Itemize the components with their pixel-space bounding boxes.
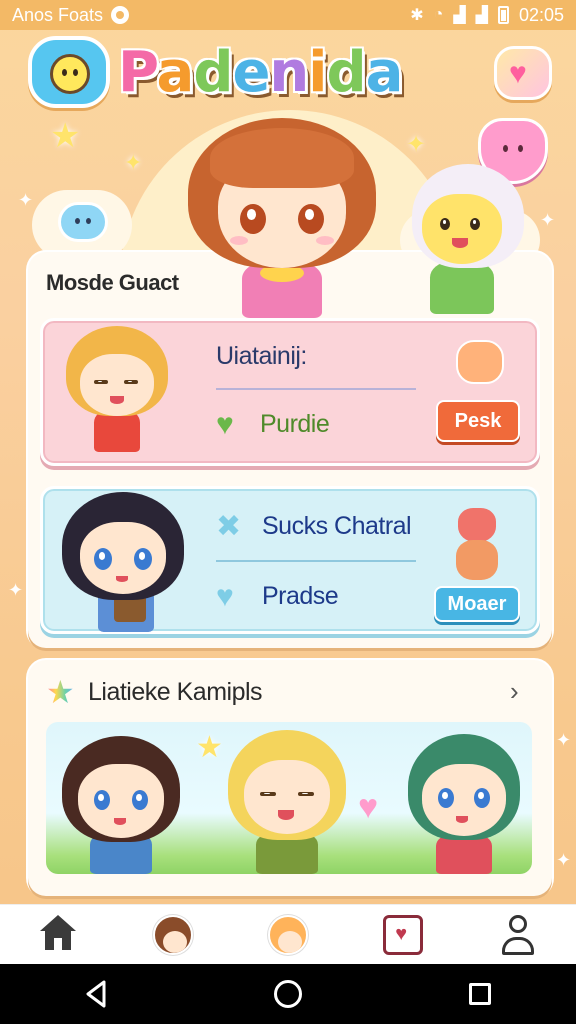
divider: [216, 388, 416, 390]
home-button[interactable]: [268, 974, 308, 1014]
heart-icon: ♥: [509, 57, 527, 90]
favorites-badge[interactable]: ♥: [494, 46, 552, 100]
wifi-icon: ◔: [433, 6, 444, 23]
star-icon: ✦: [406, 131, 427, 158]
signal-icon: ▟: [475, 7, 488, 24]
nav-characters[interactable]: [115, 905, 230, 964]
cat-icon: [452, 508, 502, 580]
character-portrait: [58, 492, 188, 632]
nav-profile[interactable]: [461, 905, 576, 964]
star-icon: ★: [50, 117, 81, 155]
card-row-label: Purdie: [260, 410, 330, 438]
side-character: [404, 164, 528, 314]
sparkle-icon: ✦: [556, 850, 572, 870]
status-bar: Anos Foats ✱ ◔ ▟ ▟ 02:05: [0, 0, 576, 30]
hero-character: [182, 118, 382, 318]
divider: [216, 560, 416, 562]
bottom-nav: ♥: [0, 904, 576, 964]
avatar-icon: [268, 915, 308, 955]
card-heading: Sucks Chatral: [262, 512, 412, 540]
app-logo[interactable]: [28, 36, 110, 108]
clock: 02:05: [518, 4, 564, 25]
cross-icon: ✖: [216, 510, 242, 543]
bluetooth-icon: ✱: [410, 7, 424, 24]
critter-icon: [456, 340, 504, 384]
system-nav-bar: [0, 964, 576, 1024]
section-title: Mosde Guact: [46, 270, 179, 295]
nav-home[interactable]: [0, 905, 115, 964]
chevron-right-icon[interactable]: ›: [510, 676, 519, 707]
star-icon: ✦: [124, 150, 143, 175]
carrier-label: Anos Foats: [12, 4, 104, 25]
star-icon: ★: [46, 674, 75, 710]
card-row-label: Pradse: [262, 582, 339, 610]
sparkle-icon: ✦: [540, 210, 556, 230]
banner-character: [402, 730, 526, 874]
recents-icon: [469, 983, 491, 1005]
avatar-icon: [152, 915, 193, 955]
character-portrait: [62, 326, 172, 462]
app-screen: Anos Foats ✱ ◔ ▟ ▟ 02:05 ★ ✦ ✦ ✦ ✦ ✦ ✦ ✦…: [0, 0, 576, 1024]
nav-gallery[interactable]: ♥: [346, 905, 461, 964]
home-icon: [39, 915, 76, 951]
battery-icon: [497, 6, 509, 24]
cloud-mascot: [58, 202, 108, 242]
back-icon: [86, 980, 106, 1008]
heart-icon: ♥: [358, 788, 379, 826]
signal-icon: ▟: [453, 7, 466, 24]
app-title: Padenida: [118, 40, 403, 105]
heart-icon: ♥: [216, 408, 234, 441]
sparkle-icon: ✦: [8, 580, 24, 600]
peek-button[interactable]: Pesk: [436, 400, 520, 442]
notification-icon: [111, 6, 130, 24]
heart-icon: ♥: [216, 580, 234, 613]
home-circle-icon: [274, 980, 302, 1008]
card-heading: Uiatainij:: [216, 342, 307, 370]
more-button[interactable]: Moaer: [434, 586, 520, 622]
profile-icon: [498, 915, 538, 959]
lower-title: Liatieke Kamipls: [88, 678, 263, 706]
sparkle-icon: ✦: [556, 730, 572, 750]
smiley-bug-icon: [50, 54, 90, 94]
characters-banner[interactable]: ★ ♥: [46, 722, 532, 874]
back-button[interactable]: [76, 974, 116, 1014]
banner-character: [222, 726, 352, 874]
nav-friends[interactable]: [230, 905, 345, 964]
banner-character: [56, 732, 186, 874]
recents-button[interactable]: [460, 974, 500, 1014]
sparkle-icon: ✦: [18, 190, 34, 210]
star-icon: ★: [196, 731, 223, 764]
frame-icon: ♥: [383, 915, 424, 955]
